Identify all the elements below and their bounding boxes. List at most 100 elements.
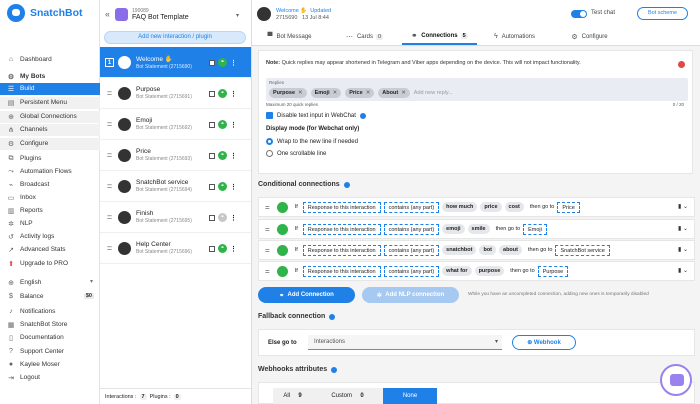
condition-field-select[interactable]: Response to this interaction xyxy=(302,201,381,213)
interaction-item[interactable]: = Finish Bot Statement (2715695) ⚭ ⋮ xyxy=(100,202,251,233)
condition-operator-select[interactable]: contains (any part) xyxy=(383,244,440,256)
keyword-chip[interactable]: how much xyxy=(442,202,478,212)
sidebar-item-global-connections[interactable]: ⊕ Global Connections xyxy=(0,111,100,123)
sidebar-item-build[interactable]: ☰ Build xyxy=(0,83,100,95)
disable-text-input-checkbox[interactable]: Disable text input in WebChat xyxy=(266,112,366,119)
keyword-chip[interactable]: purpose xyxy=(474,266,505,276)
sidebar-item-persistent-menu[interactable]: ▤ Persistent Menu xyxy=(0,97,100,109)
drag-handle-icon[interactable]: = xyxy=(105,212,114,222)
more-options-icon[interactable]: ⋮ xyxy=(230,90,237,98)
interaction-item[interactable]: = Price Bot Statement (2715693) ⚭ ⋮ xyxy=(100,140,251,171)
tab-configure[interactable]: ⚙ Configure xyxy=(552,28,627,45)
condition-operator-select[interactable]: contains (any part) xyxy=(383,223,440,235)
chevron-down-icon[interactable]: ⌄ xyxy=(683,226,688,232)
keyword-chip[interactable]: what for xyxy=(442,266,472,276)
select-checkbox[interactable] xyxy=(209,214,215,221)
sidebar-item-nlp[interactable]: ✲ NLP xyxy=(0,218,100,230)
keyword-chip[interactable]: emoji xyxy=(442,224,465,234)
sidebar-item-upgrade-to-pro[interactable]: ⬆ Upgrade to PRO xyxy=(0,258,100,270)
chevron-down-icon[interactable]: ▾ xyxy=(236,12,239,19)
sidebar-item-balance[interactable]: $ Balance $0 xyxy=(0,291,100,303)
drag-handle-icon[interactable]: = xyxy=(105,119,114,129)
sidebar-item-broadcast[interactable]: ⌁ Broadcast xyxy=(0,179,100,191)
tab-cards[interactable]: ⋯ Cards 0 xyxy=(327,28,402,45)
help-icon[interactable] xyxy=(331,366,338,373)
chevron-down-icon[interactable]: ⌄ xyxy=(683,247,688,253)
reply-input[interactable]: Add new reply... xyxy=(414,90,453,96)
drag-handle-icon[interactable]: = xyxy=(105,243,114,253)
select-checkbox[interactable] xyxy=(209,59,215,66)
more-options-icon[interactable]: ⋮ xyxy=(230,59,237,67)
target-interaction-select[interactable]: Purpose xyxy=(537,265,569,277)
link-icon[interactable]: ⚭ xyxy=(218,58,227,67)
chat-widget-button[interactable] xyxy=(660,364,692,396)
interaction-item[interactable]: = Purpose Bot Statement (2715691) ⚭ ⋮ xyxy=(100,78,251,109)
interaction-title[interactable]: Welcome ✋ xyxy=(276,8,307,14)
sidebar-item-reports[interactable]: ▥ Reports xyxy=(0,205,100,217)
keyword-chip[interactable]: about xyxy=(499,245,522,255)
drag-handle-icon[interactable]: = xyxy=(105,150,114,160)
more-options-icon[interactable]: ⋮ xyxy=(230,245,237,253)
help-icon[interactable] xyxy=(343,181,350,188)
interaction-item[interactable]: = Emoji Bot Statement (2715692) ⚭ ⋮ xyxy=(100,109,251,140)
chevron-down-icon[interactable]: ⌄ xyxy=(683,204,688,210)
keyword-chip[interactable]: price xyxy=(480,202,502,212)
interaction-item[interactable]: 1 Welcome ✋ Bot Statement (2715690) ⚭ ⋮ xyxy=(100,47,251,78)
select-checkbox[interactable] xyxy=(209,90,215,97)
link-icon[interactable]: ⚭ xyxy=(218,120,227,129)
condition-field-select[interactable]: Response to this interaction xyxy=(302,223,381,235)
sidebar-item-channels[interactable]: ⋔ Channels xyxy=(0,124,100,136)
tab-connections[interactable]: ⚭ Connections 5 xyxy=(402,28,477,45)
sidebar-item-english[interactable]: ⊕ English ▾ xyxy=(0,277,100,289)
sidebar-item-plugins[interactable]: ⧉ Plugins xyxy=(0,153,100,165)
reply-chip[interactable]: About ✕ xyxy=(378,88,410,98)
interaction-item[interactable]: = Help Center Bot Statement (2715696) ⚭ ⋮ xyxy=(100,233,251,264)
sidebar-item-documentation[interactable]: ▯ Documentation xyxy=(0,332,100,344)
drag-handle-icon[interactable]: = xyxy=(265,267,270,276)
reply-chip[interactable]: Emoji ✕ xyxy=(310,88,342,98)
sidebar-item-snatchbot-store[interactable]: ▦ SnatchBot Store xyxy=(0,319,100,331)
reply-chip[interactable]: Purpose ✕ xyxy=(269,88,307,98)
keyword-chip[interactable]: smile xyxy=(467,224,490,234)
target-interaction-select[interactable]: Emoji xyxy=(523,223,547,235)
select-checkbox[interactable] xyxy=(209,152,215,159)
sidebar-item-configure[interactable]: ⚙ Configure xyxy=(0,138,100,150)
select-checkbox[interactable] xyxy=(209,245,215,252)
more-options-icon[interactable]: ⋮ xyxy=(230,183,237,191)
close-icon[interactable]: ✕ xyxy=(333,90,338,96)
sidebar-item-support-center[interactable]: ? Support Center xyxy=(0,346,100,358)
sidebar-item-kaylee-moser[interactable]: ● Kaylee Moser xyxy=(0,359,100,371)
test-chat-toggle[interactable] xyxy=(571,10,587,18)
sidebar-item-inbox[interactable]: ▭ Inbox xyxy=(0,192,100,204)
keyword-chip[interactable]: snatchbot xyxy=(442,245,477,255)
collapse-icon[interactable]: « xyxy=(105,9,110,19)
segment-none[interactable]: None xyxy=(383,388,437,404)
keyword-chip[interactable]: cost xyxy=(504,202,524,212)
drag-handle-icon[interactable]: = xyxy=(105,181,114,191)
condition-operator-select[interactable]: contains (any part) xyxy=(383,201,440,213)
link-icon[interactable] xyxy=(276,223,288,235)
interaction-item[interactable]: = SnatchBot service Bot Statement (2715694… xyxy=(100,171,251,202)
bot-scheme-button[interactable]: Bot scheme xyxy=(637,7,688,20)
link-icon[interactable]: ⚭ xyxy=(218,89,227,98)
replies-field[interactable]: Replies Purpose ✕ Emoji ✕ Price ✕ About ✕ Add ne… xyxy=(266,78,688,101)
sidebar-item-automation-flows[interactable]: ⤳ Automation Flows xyxy=(0,166,100,178)
add-interaction-button[interactable]: Add new interaction / plugin xyxy=(104,31,246,44)
sidebar-item-advanced-stats[interactable]: ↗ Advanced Stats xyxy=(0,244,100,256)
condition-field-select[interactable]: Response to this interaction xyxy=(302,265,381,277)
link-icon[interactable]: ⚭ xyxy=(218,213,227,222)
keyword-chip[interactable]: bot xyxy=(479,245,497,255)
sidebar-item-dashboard[interactable]: ⌂ Dashboard xyxy=(0,54,100,66)
close-icon[interactable]: ✕ xyxy=(366,90,371,96)
help-icon[interactable] xyxy=(359,112,366,119)
sidebar-item-my-bots[interactable]: ⚙ My Bots xyxy=(0,71,100,83)
chevron-down-icon[interactable]: ⌄ xyxy=(683,268,688,274)
drag-handle-icon[interactable]: = xyxy=(265,203,270,212)
drag-handle-icon[interactable]: = xyxy=(265,225,270,234)
more-options-icon[interactable]: ⋮ xyxy=(230,121,237,129)
more-options-icon[interactable]: ⋮ xyxy=(230,214,237,222)
condition-field-select[interactable]: Response to this interaction xyxy=(302,244,381,256)
target-interaction-select[interactable]: SnatchBot service xyxy=(555,244,610,256)
radio-wrap[interactable]: Wrap to the new line if needed xyxy=(266,138,358,145)
link-icon[interactable] xyxy=(276,265,288,277)
